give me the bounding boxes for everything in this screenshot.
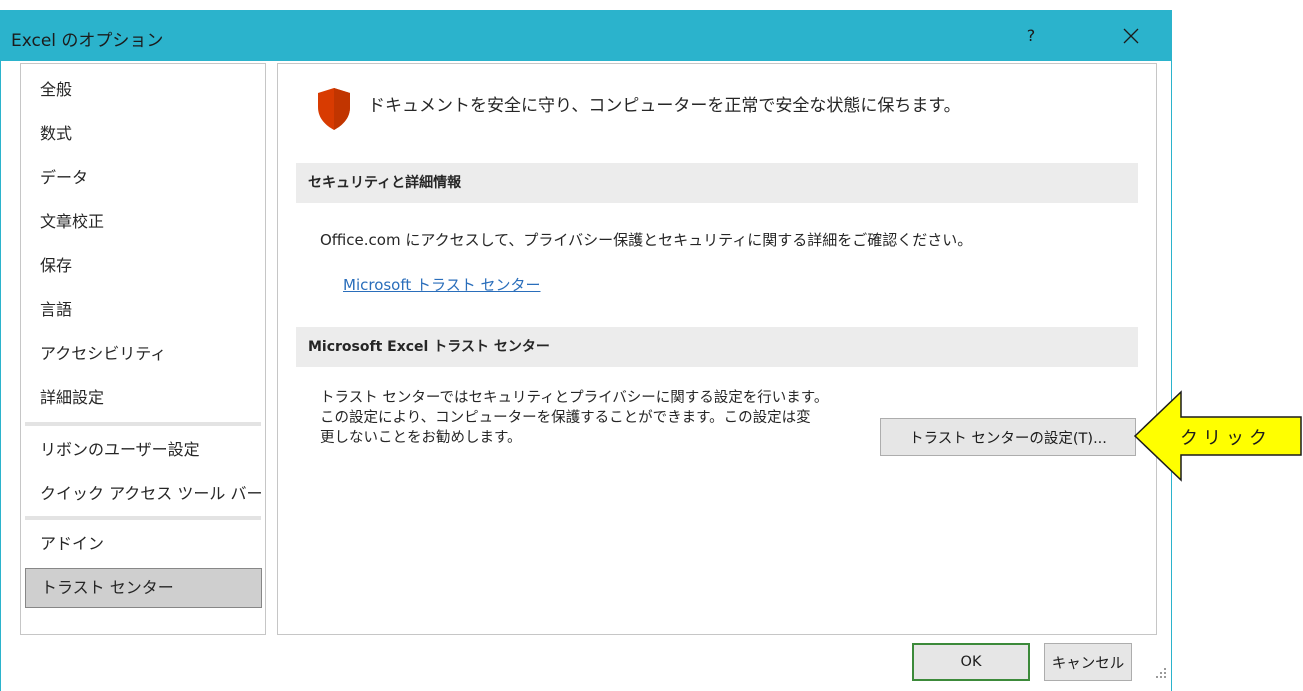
sidebar-item-quick-access-toolbar[interactable]: クイック アクセス ツール バー — [21, 474, 265, 514]
close-button[interactable] — [1106, 10, 1156, 61]
trust-center-description: トラスト センターではセキュリティとプライバシーに関する設定を行います。 この設… — [320, 388, 880, 448]
description-line: 更しないことをお勧めします。 — [320, 430, 522, 446]
section-header-security: セキュリティと詳細情報 — [296, 163, 1138, 203]
annotation-label: クリック — [1180, 428, 1272, 449]
ok-button[interactable]: OK — [912, 643, 1030, 681]
sidebar-item-trust-center[interactable]: トラスト センター — [25, 568, 262, 608]
sidebar-item-add-ins[interactable]: アドイン — [21, 524, 265, 564]
sidebar-item-general[interactable]: 全般 — [21, 70, 265, 110]
sidebar-item-formulas[interactable]: 数式 — [21, 114, 265, 154]
sidebar-item-customize-ribbon[interactable]: リボンのユーザー設定 — [21, 430, 265, 470]
sidebar-item-save[interactable]: 保存 — [21, 246, 265, 286]
close-icon — [1123, 28, 1139, 43]
cancel-button[interactable]: キャンセル — [1044, 643, 1132, 681]
shield-icon — [318, 88, 350, 130]
sidebar-item-proofing[interactable]: 文章校正 — [21, 202, 265, 242]
options-sidebar: 全般 数式 データ 文章校正 保存 言語 アクセシビリティ 詳細設定 リボンのユ… — [20, 63, 266, 635]
sidebar-item-language[interactable]: 言語 — [21, 290, 265, 330]
title-bar[interactable]: Excel のオプション ? — [1, 10, 1171, 61]
security-info-text: Office.com にアクセスして、プライバシー保護とセキュリティに関する詳細… — [320, 231, 973, 249]
page-headline: ドキュメントを安全に守り、コンピューターを正常で安全な状態に保ちます。 — [368, 96, 961, 116]
sidebar-separator — [25, 516, 261, 520]
trust-center-settings-button[interactable]: トラスト センターの設定(T)... — [880, 418, 1136, 456]
sidebar-item-accessibility[interactable]: アクセシビリティ — [21, 334, 265, 374]
sidebar-separator — [25, 422, 261, 426]
microsoft-trust-center-link[interactable]: Microsoft トラスト センター — [343, 274, 541, 295]
section-header-excel-trust-center: Microsoft Excel トラスト センター — [296, 327, 1138, 367]
sidebar-item-advanced[interactable]: 詳細設定 — [21, 378, 265, 418]
description-line: トラスト センターではセキュリティとプライバシーに関する設定を行います。 — [320, 390, 829, 406]
description-line: この設定により、コンピューターを保護することができます。この設定は変 — [320, 410, 811, 426]
dialog-title: Excel のオプション — [11, 31, 164, 51]
sidebar-item-data[interactable]: データ — [21, 158, 265, 198]
help-button[interactable]: ? — [1011, 10, 1051, 61]
resize-grip-icon[interactable] — [1154, 666, 1168, 680]
trust-center-panel: ドキュメントを安全に守り、コンピューターを正常で安全な状態に保ちます。 セキュリ… — [277, 63, 1157, 635]
